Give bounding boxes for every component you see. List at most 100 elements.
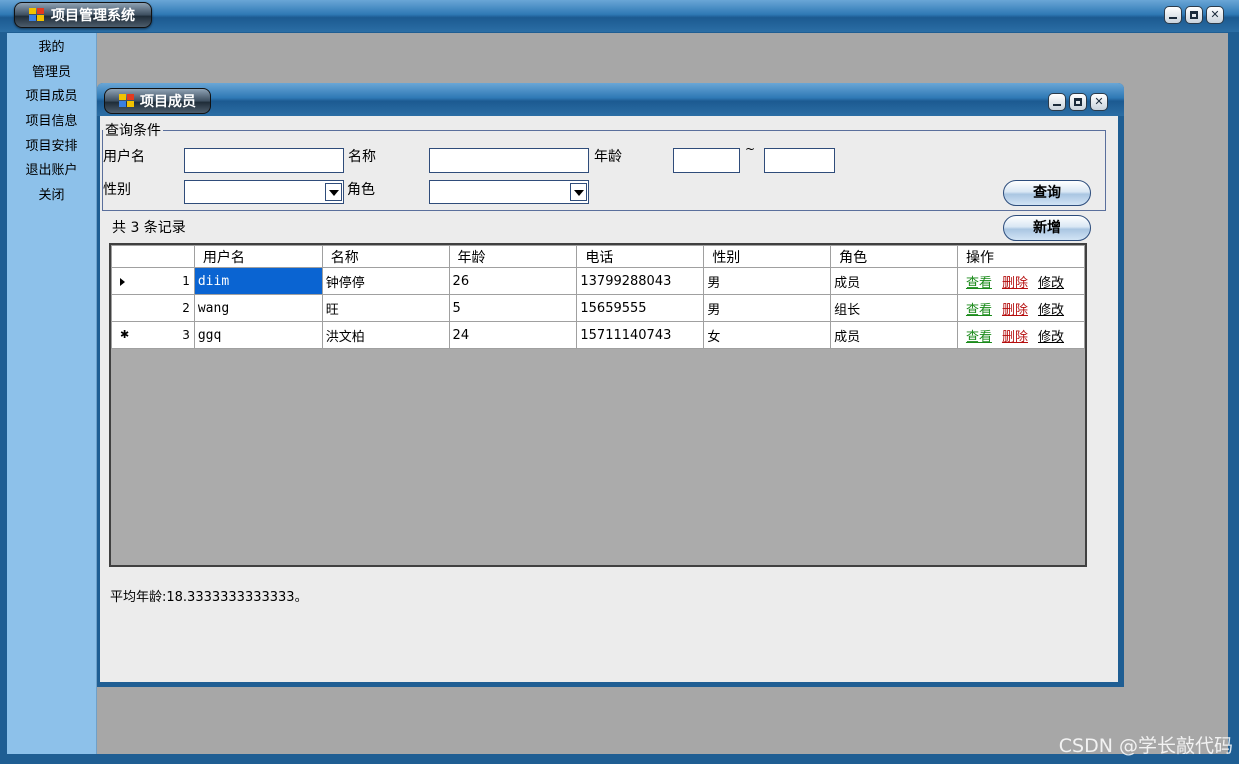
sidebar-item-schedule[interactable]: 项目安排 — [7, 134, 96, 159]
username-input[interactable] — [184, 148, 344, 173]
row-index: 1 — [182, 274, 190, 288]
gender-dropdown-icon[interactable] — [325, 183, 342, 201]
role-label: 角色 — [347, 182, 375, 198]
cell-username[interactable]: diim — [193, 267, 323, 295]
sidebar-item-close[interactable]: 关闭 — [7, 183, 96, 208]
col-header-age[interactable]: 年龄 — [448, 245, 578, 268]
cell-phone[interactable]: 13799288043 — [576, 267, 705, 295]
gender-select[interactable] — [184, 180, 344, 204]
edit-link[interactable]: 修改 — [1038, 303, 1064, 318]
main-titlebar[interactable]: 项目管理系统 ✕ — [0, 0, 1239, 32]
cell-role[interactable]: 成员 — [830, 267, 958, 295]
cell-role[interactable]: 组长 — [830, 294, 958, 322]
sidebar-item-members[interactable]: 项目成员 — [7, 84, 96, 109]
cell-age[interactable]: 26 — [448, 267, 578, 295]
cell-age[interactable]: 24 — [448, 321, 578, 349]
username-label: 用户名 — [103, 149, 145, 165]
cell-actions: 查看 删除 修改 — [956, 267, 1086, 295]
watermark: CSDN @学长敲代码 — [1058, 735, 1233, 757]
name-label: 名称 — [348, 149, 376, 165]
main-maximize-icon[interactable] — [1185, 6, 1203, 24]
child-close-icon[interactable]: ✕ — [1090, 93, 1108, 111]
sidebar: 我的 管理员 项目成员 项目信息 项目安排 退出账户 关闭 — [7, 33, 97, 754]
sidebar-item-project-info[interactable]: 项目信息 — [7, 109, 96, 134]
row-header[interactable]: 2 — [111, 294, 195, 322]
app-title: 项目管理系统 — [51, 8, 135, 24]
cell-name[interactable]: 钟停停 — [321, 267, 450, 295]
window-border-right — [1228, 33, 1239, 764]
role-dropdown-icon[interactable] — [570, 183, 587, 201]
view-link[interactable]: 查看 — [966, 303, 992, 318]
average-age-text: 平均年龄:18.3333333333333。 — [110, 590, 308, 605]
main-close-icon[interactable]: ✕ — [1206, 6, 1224, 24]
members-window-icon — [119, 94, 135, 108]
window-border-bottom — [0, 754, 1239, 764]
sidebar-item-logout[interactable]: 退出账户 — [7, 158, 96, 183]
search-button[interactable]: 查询 — [1003, 180, 1091, 206]
add-button[interactable]: 新增 — [1003, 215, 1091, 241]
name-input[interactable] — [429, 148, 589, 173]
app-icon — [29, 8, 45, 22]
delete-link[interactable]: 删除 — [1002, 303, 1028, 318]
view-link[interactable]: 查看 — [966, 330, 992, 345]
edit-link[interactable]: 修改 — [1038, 330, 1064, 345]
age-from-input[interactable] — [673, 148, 740, 173]
cell-gender[interactable]: 男 — [703, 267, 832, 295]
record-count: 共 3 条记录 — [112, 220, 186, 236]
main-title-tab: 项目管理系统 — [14, 2, 152, 28]
col-header-role[interactable]: 角色 — [830, 245, 958, 268]
age-to-input[interactable] — [764, 148, 835, 173]
delete-link[interactable]: 删除 — [1002, 330, 1028, 345]
col-header-name[interactable]: 名称 — [321, 245, 450, 268]
col-header-username[interactable]: 用户名 — [193, 245, 323, 268]
delete-link[interactable]: 删除 — [1002, 276, 1028, 291]
row-header[interactable]: 1 — [111, 267, 195, 295]
members-window: 项目成员 ✕ 查询条件 用户名 名称 年龄 ~ 性别 角色 查询 新增 共 3 … — [97, 83, 1124, 687]
members-title-tab: 项目成员 — [104, 88, 211, 114]
cell-name[interactable]: 洪文柏 — [321, 321, 450, 349]
child-maximize-icon[interactable] — [1069, 93, 1087, 111]
row-header-corner — [111, 245, 195, 268]
main-window-controls: ✕ — [1164, 6, 1224, 24]
edit-link[interactable]: 修改 — [1038, 276, 1064, 291]
gender-label: 性别 — [103, 182, 131, 198]
cell-gender[interactable]: 男 — [703, 294, 832, 322]
col-header-gender[interactable]: 性别 — [703, 245, 832, 268]
age-range-separator: ~ — [745, 142, 756, 156]
members-titlebar[interactable]: 项目成员 ✕ — [97, 83, 1124, 116]
cell-age[interactable]: 5 — [448, 294, 578, 322]
col-header-actions[interactable]: 操作 — [956, 245, 1086, 268]
row-index: 2 — [182, 301, 190, 315]
row-index: 3 — [182, 328, 190, 342]
cell-name[interactable]: 旺 — [321, 294, 450, 322]
view-link[interactable]: 查看 — [966, 276, 992, 291]
cell-username[interactable]: ggq — [193, 321, 323, 349]
cell-role[interactable]: 成员 — [830, 321, 958, 349]
table-row[interactable]: 1 diim 钟停停 26 13799288043 男 成员 查看 删除 修改 — [111, 267, 1086, 295]
cell-gender[interactable]: 女 — [703, 321, 832, 349]
cell-actions: 查看 删除 修改 — [956, 321, 1086, 349]
sidebar-item-admin[interactable]: 管理员 — [7, 60, 96, 85]
cell-actions: 查看 删除 修改 — [956, 294, 1086, 322]
members-body: 查询条件 用户名 名称 年龄 ~ 性别 角色 查询 新增 共 3 条记录 用户名… — [100, 116, 1118, 682]
new-row-star-icon: ✱ — [120, 328, 130, 341]
cell-phone[interactable]: 15711140743 — [576, 321, 705, 349]
cell-username[interactable]: wang — [193, 294, 323, 322]
age-label: 年龄 — [594, 149, 622, 165]
col-header-phone[interactable]: 电话 — [576, 245, 705, 268]
table-row[interactable]: 2 wang 旺 5 15659555 男 组长 查看 删除 修改 — [111, 294, 1086, 322]
role-select[interactable] — [429, 180, 589, 204]
members-grid[interactable]: 用户名 名称 年龄 电话 性别 角色 操作 1 diim 钟停停 26 1379… — [109, 243, 1087, 567]
row-header[interactable]: ✱ 3 — [111, 321, 195, 349]
cell-phone[interactable]: 15659555 — [576, 294, 705, 322]
main-window: 项目管理系统 ✕ 我的 管理员 项目成员 项目信息 项目安排 退出账户 关闭 项… — [0, 0, 1239, 764]
members-window-title: 项目成员 — [140, 94, 196, 110]
query-legend: 查询条件 — [105, 123, 161, 139]
main-minimize-icon[interactable] — [1164, 6, 1182, 24]
table-row[interactable]: ✱ 3 ggq 洪文柏 24 15711140743 女 成员 查看 删除 修改 — [111, 321, 1086, 349]
child-minimize-icon[interactable] — [1048, 93, 1066, 111]
current-row-arrow-icon — [120, 278, 125, 286]
members-table: 用户名 名称 年龄 电话 性别 角色 操作 1 diim 钟停停 26 1379… — [111, 245, 1086, 349]
members-window-controls: ✕ — [1048, 93, 1108, 111]
sidebar-item-my[interactable]: 我的 — [7, 35, 96, 60]
